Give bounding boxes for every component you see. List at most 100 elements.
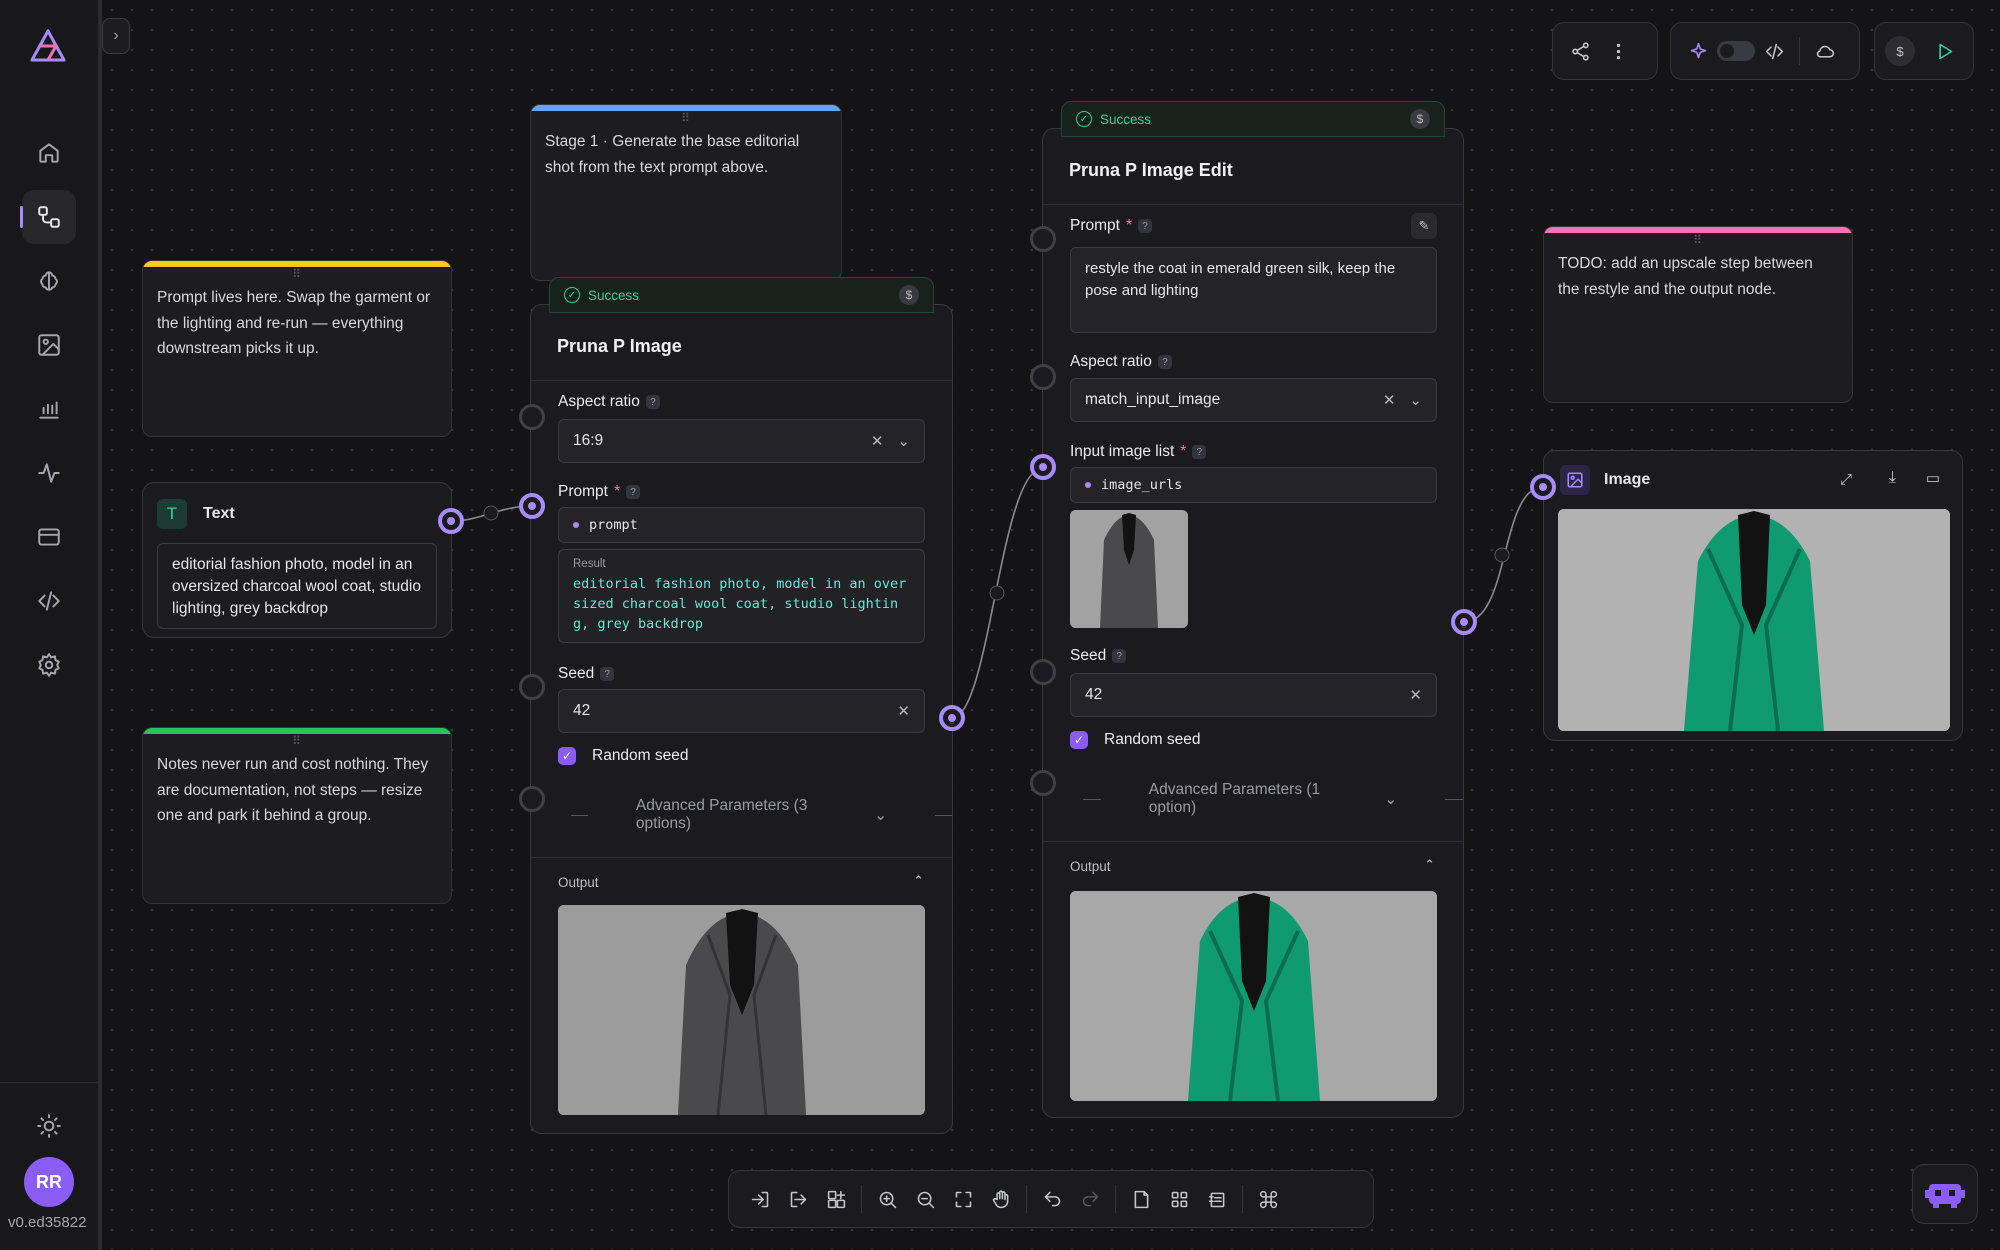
theme-toggle[interactable] [22, 1099, 76, 1153]
random-seed-checkbox[interactable]: ✓ Random seed [1070, 731, 1201, 749]
drag-handle-icon[interactable]: ⠿ [143, 267, 451, 281]
seed-input[interactable]: 42 ✕ [558, 689, 925, 733]
magic-wand-icon[interactable]: ✎ [1411, 213, 1437, 239]
advanced-parameters-toggle[interactable]: Advanced Parameters (3 options) ⌄ [571, 797, 953, 833]
aspect-ratio-select[interactable]: match_input_image ✕ ⌄ [1070, 378, 1437, 422]
clear-icon[interactable]: ✕ [871, 432, 884, 450]
aspect-ratio-label: Aspect ratio? [558, 393, 660, 411]
sidebar-item-workflows[interactable] [20, 190, 76, 244]
more-vertical-icon [1616, 43, 1620, 59]
chevron-down-icon[interactable]: ⌄ [897, 432, 910, 450]
sidebar-item-home[interactable] [22, 126, 76, 180]
note-green[interactable]: ⠿ Notes never run and cost nothing. They… [142, 727, 452, 904]
sidebar-item-billing[interactable] [22, 510, 76, 564]
prompt-input-handle[interactable] [1030, 226, 1056, 252]
sidebar-item-settings[interactable] [22, 638, 76, 692]
run-button[interactable] [1925, 32, 1963, 70]
app-logo-icon[interactable] [26, 26, 70, 70]
code-mode-toggle[interactable] [1717, 41, 1755, 61]
export-button[interactable] [779, 1180, 817, 1218]
drag-handle-icon[interactable]: ⠿ [1544, 233, 1852, 247]
fit-view-button[interactable] [944, 1180, 982, 1218]
input-image-thumbnail[interactable] [1070, 510, 1188, 628]
zoom-in-button[interactable] [868, 1180, 906, 1218]
clear-icon[interactable]: ✕ [1383, 391, 1396, 409]
seed-input-handle[interactable] [519, 674, 545, 700]
seed-input-handle[interactable] [1030, 659, 1056, 685]
image-urls-variable-field[interactable]: image_urls [1070, 467, 1437, 503]
redo-button[interactable] [1071, 1180, 1109, 1218]
sidebar-item-activity[interactable] [22, 446, 76, 500]
node-title: Pruna P Image [531, 313, 952, 381]
pruna-p-image-node[interactable]: ✓ Success $ Pruna P Image Aspect ratio? 16… [530, 277, 953, 1134]
cost-icon: $ [899, 285, 919, 305]
clear-icon[interactable]: ✕ [1409, 686, 1422, 704]
import-button[interactable] [741, 1180, 779, 1218]
help-icon: ? [645, 395, 660, 409]
input-image-list-handle[interactable] [1030, 454, 1056, 480]
image-output-node[interactable]: Image ⤢ ⤓ ▭ [1543, 450, 1963, 741]
note-blue[interactable]: ⠿ Stage 1 · Generate the base editorial … [530, 104, 842, 281]
prompt-input-handle[interactable] [519, 493, 545, 519]
expand-panel-button[interactable]: › [102, 18, 130, 54]
sidebar: RR v0.ed35822 [0, 0, 102, 1250]
text-output-handle[interactable] [438, 508, 464, 534]
download-icon[interactable]: ⤓ [1889, 469, 1896, 487]
image-output-handle[interactable] [939, 705, 965, 731]
aspect-ratio-select[interactable]: 16:9 ✕ ⌄ [558, 419, 925, 463]
prompt-label: Prompt *? [1070, 217, 1153, 235]
drag-handle-icon[interactable]: ⠿ [531, 111, 841, 125]
advanced-input-handle[interactable] [519, 786, 545, 812]
image-output-handle[interactable] [1451, 609, 1477, 635]
sidebar-item-gallery[interactable] [22, 318, 76, 372]
output-image[interactable] [1070, 891, 1437, 1101]
assistant-button[interactable] [1912, 1164, 1978, 1224]
add-note-button[interactable] [1122, 1180, 1160, 1218]
sidebar-item-models[interactable] [22, 254, 76, 308]
prompt-variable-field[interactable]: prompt [558, 507, 925, 543]
drag-handle-icon[interactable]: ⠿ [143, 734, 451, 748]
sidebar-item-analytics[interactable] [22, 382, 76, 436]
shortcuts-button[interactable] [1249, 1180, 1287, 1218]
text-node[interactable]: T Text editorial fashion photo, model in… [142, 482, 452, 638]
undo-button[interactable] [1033, 1180, 1071, 1218]
folder-icon[interactable]: ▭ [1926, 469, 1940, 487]
code-view-button[interactable] [1755, 32, 1793, 70]
chevron-down-icon[interactable]: ⌄ [1409, 391, 1422, 409]
more-options-button[interactable] [1599, 32, 1637, 70]
pruna-p-image-edit-node[interactable]: ✓ Success $ Pruna P Image Edit Prompt *? ✎ … [1042, 101, 1464, 1118]
avatar[interactable]: RR [24, 1157, 74, 1207]
note-pink[interactable]: ⠿ TODO: add an upscale step between the … [1543, 226, 1853, 403]
seed-input[interactable]: 42 ✕ [1070, 673, 1437, 717]
random-seed-checkbox[interactable]: ✓ Random seed [558, 747, 689, 765]
prompt-textarea[interactable]: restyle the coat in emerald green silk, … [1070, 247, 1437, 333]
pan-button[interactable] [982, 1180, 1020, 1218]
cost-button[interactable]: $ [1885, 36, 1915, 66]
help-icon: ? [1192, 445, 1207, 459]
advanced-parameters-toggle[interactable]: Advanced Parameters (1 option) ⌄ [1083, 781, 1464, 817]
image-input-handle[interactable] [1530, 474, 1556, 500]
aspect-ratio-input-handle[interactable] [1030, 364, 1056, 390]
sidebar-item-api[interactable] [22, 574, 76, 628]
cost-icon: $ [1410, 109, 1430, 129]
mode-toolbar [1670, 22, 1860, 80]
dollar-icon: $ [1896, 43, 1904, 59]
note-yellow[interactable]: ⠿ Prompt lives here. Swap the garment or… [142, 260, 452, 437]
final-image[interactable] [1558, 509, 1950, 731]
share-button[interactable] [1561, 32, 1599, 70]
aspect-ratio-input-handle[interactable] [519, 404, 545, 430]
add-node-button[interactable] [817, 1180, 855, 1218]
expand-icon[interactable]: ⤢ [1840, 471, 1852, 488]
chevron-up-icon[interactable]: ⌃ [913, 873, 924, 889]
code-icon [38, 591, 60, 611]
layout-button[interactable] [1198, 1180, 1236, 1218]
text-value-field[interactable]: editorial fashion photo, model in an ove… [157, 543, 437, 629]
ai-assist-button[interactable] [1679, 32, 1717, 70]
group-button[interactable] [1160, 1180, 1198, 1218]
output-image[interactable] [558, 905, 925, 1115]
chevron-up-icon[interactable]: ⌃ [1424, 857, 1435, 873]
zoom-out-button[interactable] [906, 1180, 944, 1218]
cloud-button[interactable] [1806, 32, 1844, 70]
advanced-input-handle[interactable] [1030, 770, 1056, 796]
clear-icon[interactable]: ✕ [897, 702, 910, 720]
